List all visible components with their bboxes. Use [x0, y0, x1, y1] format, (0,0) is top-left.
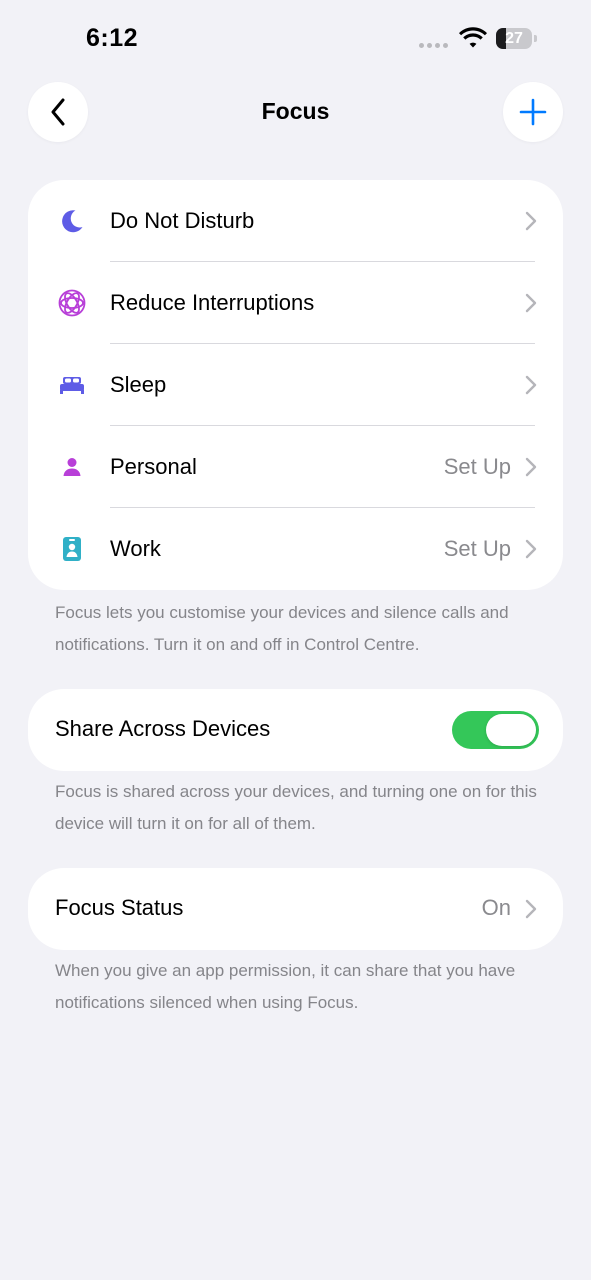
- focus-status-footnote: When you give an app permission, it can …: [55, 961, 516, 1012]
- id-badge-icon: [58, 535, 86, 563]
- focus-item-label: Sleep: [110, 372, 167, 397]
- focus-item-label: Reduce Interruptions: [110, 290, 315, 315]
- chevron-right-icon: [525, 539, 537, 559]
- focus-item-label: Work: [110, 536, 161, 561]
- focus-status-label: Focus Status: [55, 895, 184, 920]
- share-across-devices-toggle[interactable]: [452, 711, 539, 749]
- add-focus-button[interactable]: [503, 82, 563, 142]
- focus-item-value: Set Up: [443, 454, 511, 479]
- share-across-devices-row: Share Across Devices: [28, 689, 563, 771]
- focus-status-value: On: [481, 895, 511, 920]
- focus-item-do-not-disturb[interactable]: Do Not Disturb: [28, 180, 563, 262]
- reduce-interruptions-icon: [58, 289, 86, 317]
- chevron-right-icon: [525, 211, 537, 231]
- focus-item-personal[interactable]: Personal Set Up: [28, 426, 563, 508]
- focus-footnote: Focus lets you customise your devices an…: [55, 603, 509, 654]
- person-icon: [58, 453, 86, 481]
- focus-item-reduce-interruptions[interactable]: Reduce Interruptions: [28, 262, 563, 344]
- battery-level: 27: [505, 30, 523, 47]
- share-across-devices-label: Share Across Devices: [55, 716, 271, 741]
- share-footnote: Focus is shared across your devices, and…: [55, 782, 537, 833]
- toggle-knob: [486, 714, 536, 746]
- moon-icon: [58, 207, 86, 235]
- focus-item-work[interactable]: Work Set Up: [28, 508, 563, 590]
- status-time: 6:12: [86, 24, 139, 52]
- chevron-right-icon: [525, 457, 537, 477]
- focus-item-label: Do Not Disturb: [110, 208, 255, 233]
- bed-icon: [58, 371, 86, 399]
- chevron-right-icon: [525, 899, 537, 919]
- focus-item-label: Personal: [110, 454, 197, 479]
- cellular-signal-icon: [419, 43, 448, 48]
- focus-item-sleep[interactable]: Sleep: [28, 344, 563, 426]
- chevron-right-icon: [525, 375, 537, 395]
- focus-status-row[interactable]: Focus Status On: [28, 868, 563, 950]
- status-bar: 6:12 27: [0, 0, 591, 80]
- focus-modes-list: Do Not Disturb Reduce Interruptions Slee…: [28, 180, 563, 590]
- focus-item-value: Set Up: [443, 536, 511, 561]
- wifi-icon: [459, 27, 487, 48]
- battery-indicator: 27: [496, 28, 537, 49]
- plus-icon: [519, 98, 547, 126]
- chevron-right-icon: [525, 293, 537, 313]
